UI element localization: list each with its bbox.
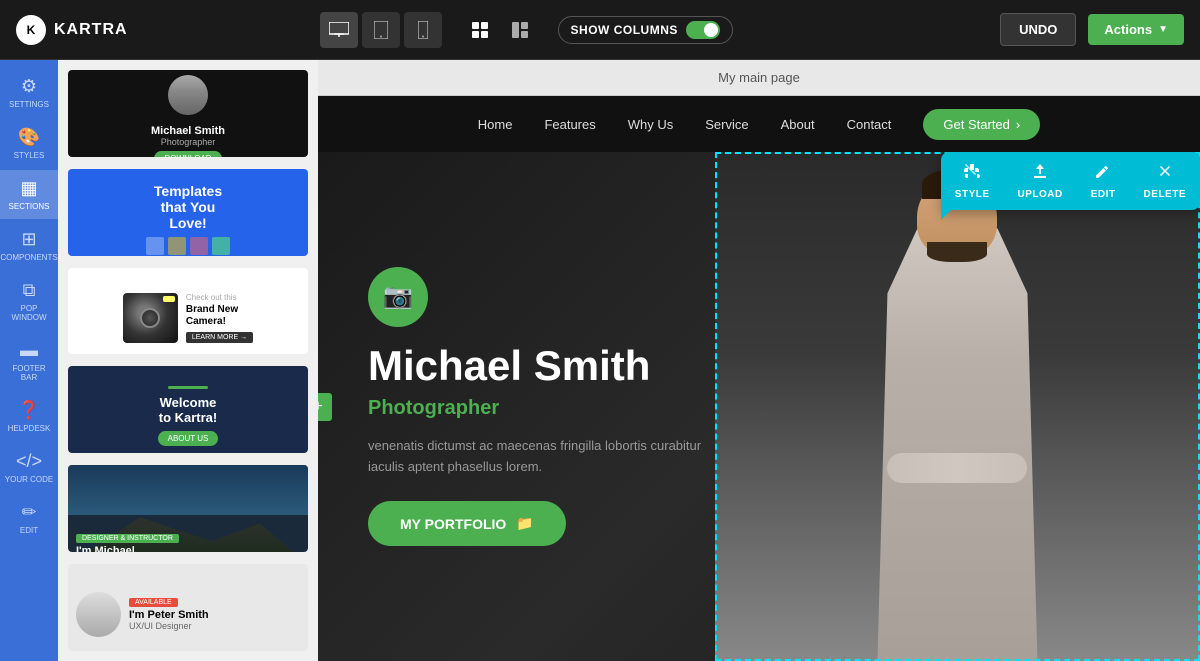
helpdesk-icon: ❓ xyxy=(18,400,40,421)
cta-arrow-icon: › xyxy=(1016,117,1020,132)
canvas-area: My main page Home Features Why Us Servic… xyxy=(318,60,1200,661)
mobile-btn[interactable] xyxy=(404,12,442,48)
camera-icon-circle: 📷 xyxy=(368,267,428,327)
ctx-delete-button[interactable]: DELETE xyxy=(1130,152,1200,210)
sidebar-item-your-code[interactable]: </> YOUR CODE xyxy=(0,443,58,492)
grid-btn-1[interactable] xyxy=(462,12,498,48)
delete-x-icon xyxy=(1156,162,1174,185)
ctx-edit-button[interactable]: EDIT xyxy=(1077,152,1130,210)
style-brush-icon xyxy=(963,162,981,185)
main-layout: ⚙ SETTINGS 🎨 STYLES ▦ SECTIONS ⊞ COMPONE… xyxy=(0,60,1200,661)
template-card-navy[interactable]: Welcometo Kartra! ABOUT US xyxy=(66,364,310,455)
nav-service[interactable]: Service xyxy=(705,117,748,132)
code-icon: </> xyxy=(16,451,42,472)
pop-window-icon: ⧉ xyxy=(23,280,36,301)
grid-btn-2[interactable] xyxy=(502,12,538,48)
template-card-blue[interactable]: Templatesthat YouLove! xyxy=(66,167,310,258)
grid-buttons xyxy=(462,12,538,48)
nav-why-us[interactable]: Why Us xyxy=(628,117,674,132)
templates-panel: Michael Smith Photographer DOWNLOAD Temp… xyxy=(58,60,318,661)
page-label-bar: My main page xyxy=(318,60,1200,96)
components-icon: ⊞ xyxy=(21,229,36,250)
styles-icon: 🎨 xyxy=(18,127,40,148)
edit-icon: ✏ xyxy=(21,502,36,523)
ctx-delete-label: DELETE xyxy=(1144,189,1186,200)
settings-icon: ⚙ xyxy=(21,76,37,97)
sidebar-item-styles[interactable]: 🎨 STYLES xyxy=(0,119,58,168)
nav-features[interactable]: Features xyxy=(544,117,595,132)
nav-home[interactable]: Home xyxy=(478,117,513,132)
hero-title: Photographer xyxy=(368,397,1160,420)
ctx-style-button[interactable]: STYLE xyxy=(941,152,1004,210)
nav-contact[interactable]: Contact xyxy=(847,117,892,132)
page-label: My main page xyxy=(718,70,800,85)
toggle-knob xyxy=(704,23,718,37)
sidebar-item-sections[interactable]: ▦ SECTIONS xyxy=(0,170,58,219)
kartra-logo-icon: K xyxy=(16,15,46,45)
website-preview: Home Features Why Us Service About Conta… xyxy=(318,96,1200,661)
actions-chevron-icon: ▼ xyxy=(1158,24,1168,35)
sections-icon: ▦ xyxy=(20,178,37,199)
camera-icon: 📷 xyxy=(383,282,413,311)
logo-text: KARTRA xyxy=(54,21,128,39)
desktop-btn[interactable] xyxy=(320,12,358,48)
nav-about[interactable]: About xyxy=(781,117,815,132)
site-nav: Home Features Why Us Service About Conta… xyxy=(318,96,1200,152)
tablet-btn[interactable] xyxy=(362,12,400,48)
ctx-edit-label: EDIT xyxy=(1091,189,1116,200)
sidebar-item-pop-window[interactable]: ⧉ POP WINDOW xyxy=(0,272,58,330)
sidebar-item-edit[interactable]: ✏ EDIT xyxy=(0,494,58,543)
edit-pencil-icon xyxy=(1094,162,1112,185)
ctx-style-label: STYLE xyxy=(955,189,990,200)
hero-left: 📷 Michael Smith Photographer venenatis d… xyxy=(318,152,1200,661)
show-columns-area: SHOW COLUMNS xyxy=(558,16,733,44)
upload-icon xyxy=(1031,162,1049,185)
hero-description: venenatis dictumst ac maecenas fringilla… xyxy=(368,436,708,478)
hero-name: Michael Smith xyxy=(368,343,1160,389)
template-card-landscape[interactable]: DESIGNER & INSTRUCTOR I'm Michael xyxy=(66,463,310,554)
portfolio-button[interactable]: MY PORTFOLIO 📁 xyxy=(368,501,566,546)
show-columns-toggle[interactable] xyxy=(686,21,720,39)
ctx-upload-label: UPLOAD xyxy=(1018,189,1063,200)
nav-cta-button[interactable]: Get Started › xyxy=(923,109,1040,140)
portfolio-icon: 📁 xyxy=(516,515,533,532)
sidebar-item-components[interactable]: ⊞ COMPONENTS xyxy=(0,221,58,270)
add-section-button[interactable]: + xyxy=(318,393,332,421)
top-toolbar: K KARTRA SHOW COLUMNS UNDO Actions ▼ xyxy=(0,0,1200,60)
undo-button[interactable]: UNDO xyxy=(1000,13,1076,46)
hero-section: 📷 Michael Smith Photographer venenatis d… xyxy=(318,152,1200,661)
context-menu: STYLE UPLOAD xyxy=(941,152,1200,210)
show-columns-label: SHOW COLUMNS xyxy=(571,23,678,37)
template-card-peter[interactable]: AVAILABLE I'm Peter Smith UX/UI Designer xyxy=(66,562,310,653)
footer-bar-icon: ▬ xyxy=(20,340,38,361)
ctx-upload-button[interactable]: UPLOAD xyxy=(1004,152,1077,210)
icon-sidebar: ⚙ SETTINGS 🎨 STYLES ▦ SECTIONS ⊞ COMPONE… xyxy=(0,60,58,661)
sidebar-item-footer-bar[interactable]: ▬ FOOTER BAR xyxy=(0,332,58,390)
device-buttons xyxy=(320,12,442,48)
template-card-camera[interactable]: Check out this Brand NewCamera! LEARN MO… xyxy=(66,266,310,357)
template-card-michael-dark[interactable]: Michael Smith Photographer DOWNLOAD xyxy=(66,68,310,159)
logo-area: K KARTRA xyxy=(16,15,128,45)
sidebar-item-settings[interactable]: ⚙ SETTINGS xyxy=(0,68,58,117)
actions-button[interactable]: Actions ▼ xyxy=(1088,14,1184,45)
canvas-frame: Home Features Why Us Service About Conta… xyxy=(318,96,1200,661)
sidebar-item-helpdesk[interactable]: ❓ HELPDESK xyxy=(0,392,58,441)
